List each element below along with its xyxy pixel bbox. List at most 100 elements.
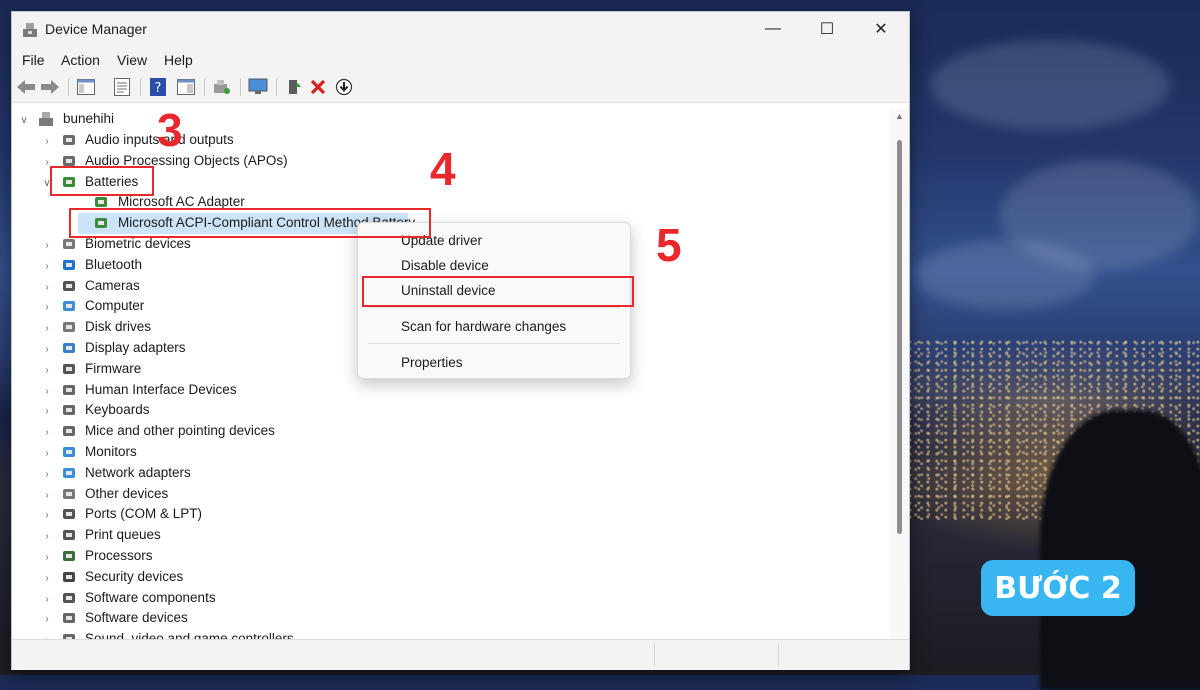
- toolbar-separator: [68, 78, 69, 96]
- tree-item-label: Ports (COM & LPT): [85, 506, 203, 521]
- tree-item-label: Microsoft AC Adapter: [118, 194, 245, 209]
- update-driver-icon[interactable]: [284, 77, 304, 97]
- menu-help[interactable]: Help: [164, 52, 193, 68]
- tree-category-item[interactable]: › Keyboards: [12, 400, 872, 421]
- chevron-right-icon[interactable]: ›: [41, 239, 53, 251]
- device-category-icon: [63, 593, 75, 603]
- chevron-right-icon[interactable]: ›: [41, 322, 53, 334]
- tree-item-label: Mice and other pointing devices: [85, 423, 275, 438]
- vertical-scrollbar[interactable]: ▲: [890, 109, 909, 639]
- menu-action[interactable]: Action: [61, 52, 100, 68]
- chevron-right-icon[interactable]: ›: [41, 405, 53, 417]
- back-icon[interactable]: [16, 77, 36, 97]
- device-category-icon: [63, 634, 75, 639]
- tree-category-item[interactable]: › Other devices: [12, 484, 872, 505]
- tree-category-item[interactable]: › Mice and other pointing devices: [12, 421, 872, 442]
- toolbar-separator: [204, 78, 205, 96]
- tree-category-item[interactable]: › Print queues: [12, 525, 872, 546]
- tree-category-item[interactable]: › Security devices: [12, 567, 872, 588]
- root-label: bunehihi: [63, 111, 115, 126]
- monitor-icon[interactable]: [248, 77, 268, 97]
- tree-item-label: Sound, video and game controllers: [85, 631, 294, 639]
- tree-item-label: Monitors: [85, 444, 137, 459]
- tree-category-item[interactable]: › Human Interface Devices: [12, 380, 872, 401]
- tree-category-item[interactable]: › Network adapters: [12, 463, 872, 484]
- tree-category-item[interactable]: › Software devices: [12, 608, 872, 629]
- chevron-right-icon[interactable]: ›: [41, 613, 53, 625]
- status-bar: [12, 639, 909, 670]
- menu-view[interactable]: View: [117, 52, 147, 68]
- chevron-right-icon[interactable]: ›: [41, 468, 53, 480]
- step-badge: BƯỚC 2: [981, 560, 1135, 616]
- toolbar-separator: [276, 78, 277, 96]
- chevron-right-icon[interactable]: ›: [41, 572, 53, 584]
- chevron-down-icon[interactable]: ∨: [18, 114, 30, 126]
- tree-item-label: Display adapters: [85, 340, 186, 355]
- chevron-right-icon[interactable]: ›: [41, 385, 53, 397]
- chevron-right-icon[interactable]: ›: [41, 364, 53, 376]
- chevron-right-icon[interactable]: ›: [41, 593, 53, 605]
- highlight-uninstall-device: [362, 276, 634, 307]
- help-icon[interactable]: ?: [148, 77, 168, 97]
- minimize-button[interactable]: —: [746, 12, 800, 46]
- tree-item-label: Firmware: [85, 361, 142, 376]
- device-category-icon: [63, 239, 75, 249]
- step-number-5: 5: [656, 219, 682, 271]
- toolbar-separator: [240, 78, 241, 96]
- device-category-icon: [63, 281, 75, 291]
- tree-category-item[interactable]: › Ports (COM & LPT): [12, 504, 872, 525]
- forward-icon[interactable]: [40, 77, 60, 97]
- device-category-icon: [63, 530, 75, 540]
- maximize-icon: ☐: [819, 21, 835, 38]
- toolbar: ?: [12, 72, 909, 103]
- tree-category-item[interactable]: › Processors: [12, 546, 872, 567]
- tree-category-item[interactable]: ›Sound, video and game controllers: [12, 629, 872, 639]
- action-pane-icon[interactable]: [176, 77, 196, 97]
- menu-file[interactable]: File: [22, 52, 45, 68]
- chevron-right-icon[interactable]: ›: [41, 426, 53, 438]
- tree-item-label: Processors: [85, 548, 153, 563]
- chevron-right-icon[interactable]: ›: [41, 551, 53, 563]
- tree-item-label: Software components: [85, 590, 216, 605]
- chevron-right-icon[interactable]: ›: [41, 135, 53, 147]
- menu-item-disable-device[interactable]: Disable device: [401, 258, 489, 273]
- properties-icon[interactable]: [112, 77, 132, 97]
- wallpaper-cloud: [915, 240, 1095, 310]
- step-number-4: 4: [430, 143, 456, 195]
- scroll-up-icon[interactable]: ▲: [895, 111, 904, 121]
- close-button[interactable]: ✕: [854, 12, 908, 46]
- title-bar[interactable]: Device Manager — ☐ ✕: [12, 12, 909, 48]
- status-divider: [778, 644, 779, 666]
- highlight-batteries: [50, 166, 154, 196]
- tree-item-label: Cameras: [85, 278, 140, 293]
- chevron-right-icon[interactable]: ›: [41, 260, 53, 272]
- device-category-icon: [63, 509, 75, 519]
- disable-icon[interactable]: [334, 77, 354, 97]
- menu-item-properties[interactable]: Properties: [401, 355, 463, 370]
- tree-root[interactable]: ∨ bunehihi: [12, 109, 872, 130]
- menu-item-scan-hardware[interactable]: Scan for hardware changes: [401, 319, 566, 334]
- wallpaper-cloud: [930, 40, 1170, 130]
- scan-hardware-icon[interactable]: [212, 77, 232, 97]
- device-category-icon: [63, 426, 75, 436]
- menu-separator: [368, 307, 620, 308]
- uninstall-icon[interactable]: [308, 77, 328, 97]
- tree-item-label: Keyboards: [85, 402, 150, 417]
- chevron-right-icon[interactable]: ›: [41, 530, 53, 542]
- chevron-right-icon[interactable]: ›: [41, 343, 53, 355]
- device-category-icon: [63, 135, 75, 145]
- chevron-right-icon[interactable]: ›: [41, 281, 53, 293]
- tree-item-label: Other devices: [85, 486, 169, 501]
- chevron-right-icon[interactable]: ›: [41, 509, 53, 521]
- show-hide-console-tree-icon[interactable]: [76, 77, 96, 97]
- tree-category-item[interactable]: › Software components: [12, 588, 872, 609]
- chevron-right-icon[interactable]: ›: [41, 489, 53, 501]
- tree-item-label: Print queues: [85, 527, 161, 542]
- tree-category-item[interactable]: › Monitors: [12, 442, 872, 463]
- device-category-icon: [63, 322, 75, 332]
- scroll-thumb[interactable]: [897, 140, 902, 534]
- chevron-right-icon[interactable]: ›: [41, 301, 53, 313]
- chevron-right-icon[interactable]: ›: [41, 447, 53, 459]
- maximize-button[interactable]: ☐: [800, 12, 854, 46]
- tree-item-label: Security devices: [85, 569, 184, 584]
